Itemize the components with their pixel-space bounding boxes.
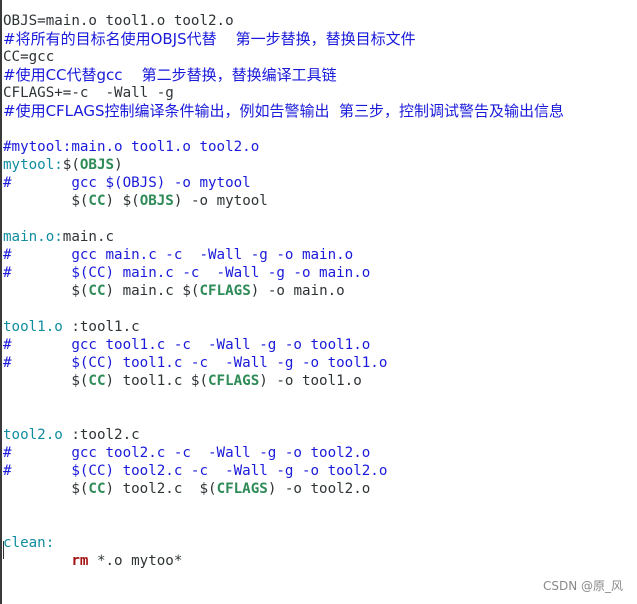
code-token-comment: # gcc tool1.c -c -Wall -g -o tool1.o xyxy=(3,337,371,353)
code-token-comment: #使用CFLAGS控制编译条件输出，例如告警输出 第三步，控制调试警告及输出信息 xyxy=(3,102,565,120)
code-line[interactable] xyxy=(3,120,637,138)
code-token-var: CFLAGS xyxy=(199,283,251,299)
code-token-plain: ) tool1.c $( xyxy=(105,373,209,389)
code-token-var: OBJS xyxy=(139,193,174,209)
code-token-plain: ) -o tool1.o xyxy=(259,373,362,389)
code-line[interactable]: tool2.o :tool2.c xyxy=(3,426,637,444)
code-token-plain: ) $( xyxy=(105,193,140,209)
code-line[interactable] xyxy=(3,210,637,228)
code-token-plain: :tool1.c xyxy=(71,319,140,335)
code-line[interactable]: clean: xyxy=(3,534,637,552)
code-line[interactable]: CFLAGS+=-c -Wall -g xyxy=(3,84,637,102)
code-token-comment: #将所有的目标名使用OBJS代替 第一步替换，替换目标文件 xyxy=(3,30,416,48)
code-token-plain: $( xyxy=(3,283,89,299)
code-token-var: CC xyxy=(88,481,106,497)
code-token-var: CC xyxy=(88,373,106,389)
code-token-cmd: rm xyxy=(71,553,89,569)
code-line[interactable]: # gcc $(OBJS) -o mytool xyxy=(3,174,637,192)
code-token-comment: # $(CC) main.c -c -Wall -g -o main.o xyxy=(3,265,371,281)
window-left-border xyxy=(0,0,2,604)
code-token-plain: $( xyxy=(3,193,89,209)
code-line[interactable]: tool1.o :tool1.c xyxy=(3,318,637,336)
code-line[interactable]: # gcc tool2.c -c -Wall -g -o tool2.o xyxy=(3,444,637,462)
code-token-plain: CFLAGS+=-c -Wall -g xyxy=(3,85,174,101)
code-token-plain: CC=gcc xyxy=(3,49,55,65)
code-token-comment: # gcc main.c -c -Wall -g -o main.o xyxy=(3,247,354,263)
code-token-var: CC xyxy=(88,193,106,209)
code-token-comment: #使用CC代替gcc 第二步替换，替换编译工具链 xyxy=(3,66,337,84)
code-line[interactable]: #mytool:main.o tool1.o tool2.o xyxy=(3,138,637,156)
code-line[interactable]: $(CC) tool1.c $(CFLAGS) -o tool1.o xyxy=(3,372,637,390)
code-line[interactable]: rm *.o mytoo* xyxy=(3,552,637,570)
code-token-comment: # $(CC) tool2.c -c -Wall -g -o tool2.o xyxy=(3,463,388,479)
code-line[interactable] xyxy=(3,390,637,408)
code-token-var: CFLAGS xyxy=(216,481,268,497)
code-token-comment: # gcc $(OBJS) -o mytool xyxy=(3,175,251,191)
code-line[interactable]: # gcc tool1.c -c -Wall -g -o tool1.o xyxy=(3,336,637,354)
code-token-comment: # gcc tool2.c -c -Wall -g -o tool2.o xyxy=(3,445,371,461)
code-token-plain: $( xyxy=(3,373,89,389)
code-line[interactable]: #将所有的目标名使用OBJS代替 第一步替换，替换目标文件 xyxy=(3,30,637,48)
code-token-plain: $( xyxy=(3,481,89,497)
code-token-target: mytool: xyxy=(3,157,63,173)
code-line[interactable]: # $(CC) main.c -c -Wall -g -o main.o xyxy=(3,264,637,282)
code-line[interactable]: # $(CC) tool1.c -c -Wall -g -o tool1.o xyxy=(3,354,637,372)
code-line[interactable]: $(CC) main.c $(CFLAGS) -o main.o xyxy=(3,282,637,300)
code-token-plain: ) tool2.c $( xyxy=(105,481,217,497)
code-token-target: main.o: xyxy=(3,229,63,245)
code-token-plain: ) main.c $( xyxy=(105,283,200,299)
code-token-var: CFLAGS xyxy=(208,373,260,389)
code-line[interactable] xyxy=(3,516,637,534)
code-token-var: CC xyxy=(88,283,106,299)
code-token-plain: ) xyxy=(114,157,123,173)
code-line[interactable] xyxy=(3,498,637,516)
code-token-plain: :tool2.c xyxy=(71,427,140,443)
code-line[interactable]: $(CC) $(OBJS) -o mytool xyxy=(3,192,637,210)
code-line[interactable]: CC=gcc xyxy=(3,48,637,66)
text-cursor xyxy=(3,541,4,559)
code-line[interactable]: # gcc main.c -c -Wall -g -o main.o xyxy=(3,246,637,264)
code-line[interactable]: # $(CC) tool2.c -c -Wall -g -o tool2.o xyxy=(3,462,637,480)
code-token-target: clean: xyxy=(3,535,55,551)
code-token-comment: # $(CC) tool1.c -c -Wall -g -o tool1.o xyxy=(3,355,388,371)
code-line[interactable]: main.o:main.c xyxy=(3,228,637,246)
code-token-target: tool2.o xyxy=(3,427,72,443)
code-line[interactable]: OBJS=main.o tool1.o tool2.o xyxy=(3,12,637,30)
code-line[interactable]: #使用CFLAGS控制编译条件输出，例如告警输出 第三步，控制调试警告及输出信息 xyxy=(3,102,637,120)
code-token-plain: main.c xyxy=(62,229,115,245)
code-token-target: tool1.o xyxy=(3,319,72,335)
csdn-watermark: CSDN @原_风 xyxy=(542,579,623,593)
code-line[interactable] xyxy=(3,408,637,426)
code-token-plain: OBJS=main.o tool1.o tool2.o xyxy=(3,13,234,29)
code-token-plain: $( xyxy=(62,157,80,173)
code-token-plain: ) -o main.o xyxy=(250,283,345,299)
code-line[interactable]: mytool:$(OBJS) xyxy=(3,156,637,174)
makefile-editor[interactable]: OBJS=main.o tool1.o tool2.o #将所有的目标名使用OBJ… xyxy=(3,12,637,570)
code-token-var: OBJS xyxy=(79,157,115,173)
code-token-plain: ) -o mytool xyxy=(173,193,268,209)
code-line[interactable]: #使用CC代替gcc 第二步替换，替换编译工具链 xyxy=(3,66,637,84)
code-line[interactable] xyxy=(3,300,637,318)
code-token-comment: #mytool:main.o tool1.o tool2.o xyxy=(3,139,260,155)
code-line[interactable]: $(CC) tool2.c $(CFLAGS) -o tool2.o xyxy=(3,480,637,498)
code-token-plain: ) -o tool2.o xyxy=(267,481,371,497)
code-token-plain: *.o mytoo* xyxy=(88,553,183,569)
